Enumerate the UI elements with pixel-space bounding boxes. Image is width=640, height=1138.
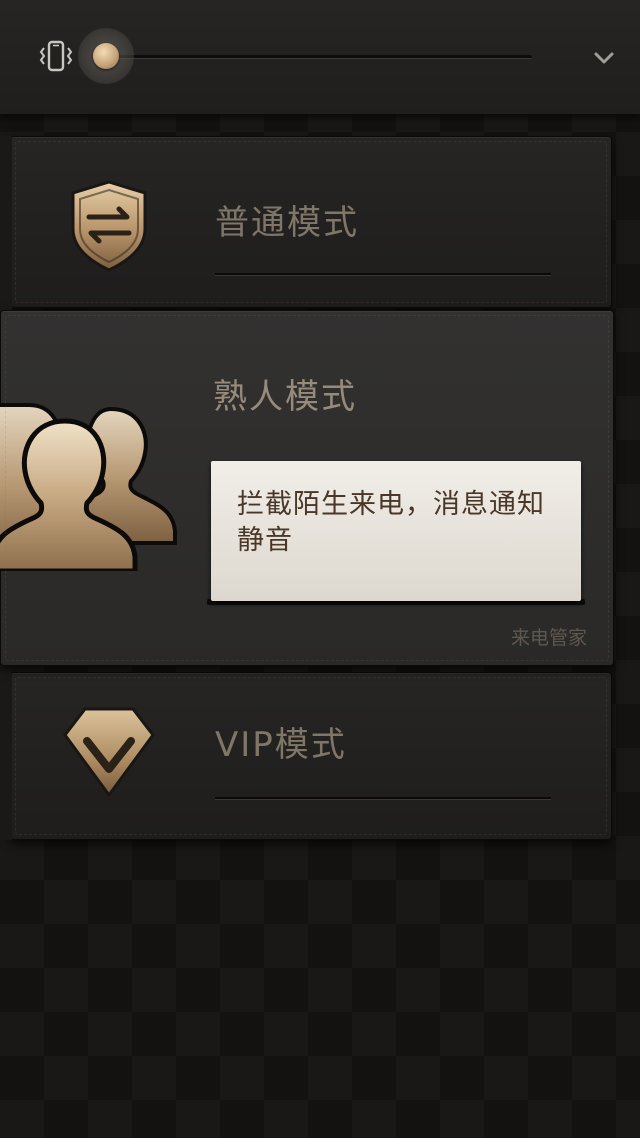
chevron-down-icon[interactable] (588, 42, 620, 74)
volume-slider[interactable] (78, 26, 538, 86)
mode-divider-vip (215, 797, 551, 800)
shield-swap-icon (71, 180, 147, 272)
mode-description-text: 拦截陌生来电，消息通知静音 (237, 489, 545, 556)
mode-label-vip: VIP模式 (215, 725, 347, 765)
diamond-v-icon (63, 707, 155, 797)
mode-card-normal[interactable]: 普通模式 (10, 136, 612, 308)
mode-divider-normal (215, 273, 551, 276)
mode-card-vip[interactable]: VIP模式 (10, 672, 612, 840)
people-icon (0, 403, 177, 571)
mode-label-normal: 普通模式 (215, 203, 359, 243)
vibrate-phone-icon[interactable] (36, 36, 76, 76)
attribution-label: 来电管家 (510, 627, 587, 649)
mode-card-acquaintance[interactable]: 熟人模式 拦截陌生来电，消息通知静音 来电管家 (0, 310, 614, 666)
slider-thumb[interactable] (93, 43, 119, 69)
mode-label-acquaintance: 熟人模式 (213, 377, 357, 417)
slider-track[interactable] (108, 55, 532, 59)
mode-description-card: 拦截陌生来电，消息通知静音 (211, 461, 581, 601)
top-bar (0, 0, 640, 115)
